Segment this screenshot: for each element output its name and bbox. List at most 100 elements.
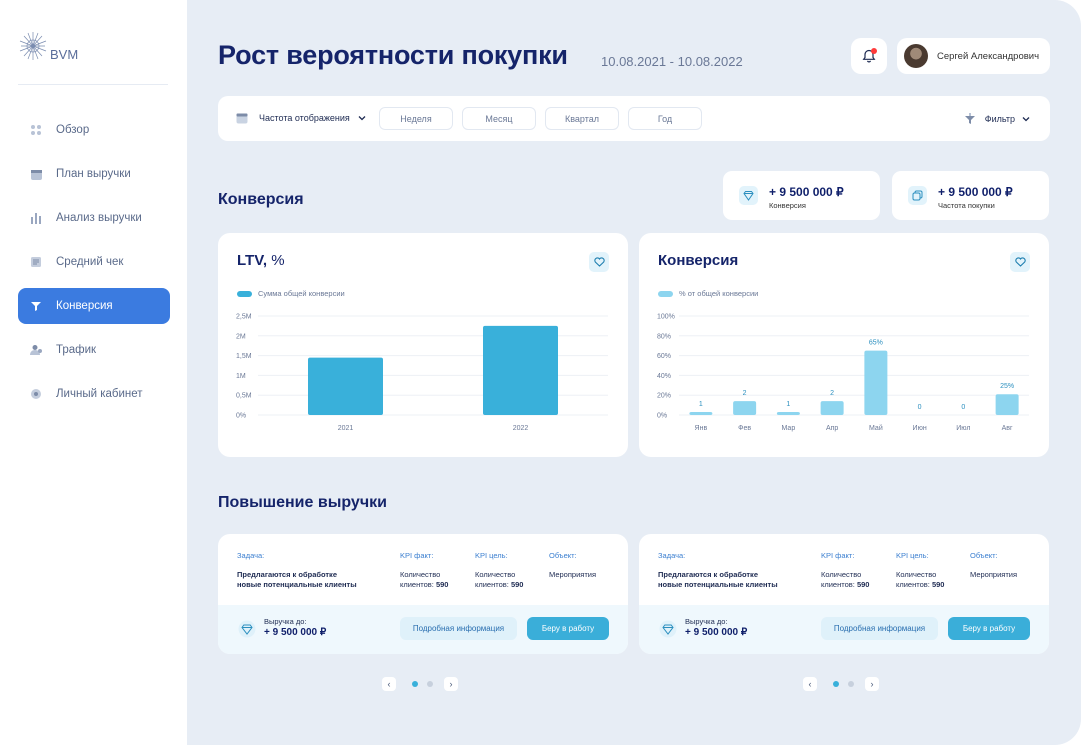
y-tick-label: 100% bbox=[657, 314, 675, 321]
conversion-section-title: Конверсия bbox=[218, 191, 304, 208]
sidebar-item-revenue-plan[interactable]: План выручки bbox=[18, 156, 170, 192]
logo-text: BVM bbox=[50, 47, 79, 62]
stat-card-purchase-frequency: + 9 500 000 ₽ Частота покупки bbox=[892, 171, 1049, 220]
kpi-fact-line: Количество bbox=[821, 570, 862, 579]
sidebar-item-revenue-analysis[interactable]: Анализ выручки bbox=[18, 200, 170, 236]
period-year-button[interactable]: Год bbox=[628, 107, 702, 130]
stat-value: + 9 500 000 ₽ bbox=[769, 185, 844, 199]
revenue-card-footer: Выручка до: + 9 500 000 ₽ Подробная инфо… bbox=[639, 605, 1049, 654]
gear-icon bbox=[29, 387, 43, 401]
sidebar-item-average-check[interactable]: Средний чек bbox=[18, 244, 170, 280]
take-to-work-button[interactable]: Беру в работу bbox=[948, 617, 1030, 640]
kpi-goal-line: Количество bbox=[475, 570, 516, 579]
chart-title-text: LTV, bbox=[237, 252, 268, 269]
x-tick-label: Апр bbox=[826, 425, 838, 432]
kpi-goal-line: клиентов: 590 bbox=[475, 580, 523, 590]
kpi-goal-line: клиентов: 590 bbox=[896, 580, 944, 590]
heart-icon bbox=[1014, 257, 1026, 267]
kpi-goal-label: KPI цель: bbox=[475, 551, 508, 560]
frequency-label: Частота отображения bbox=[259, 113, 350, 123]
sidebar-item-traffic[interactable]: Трафик bbox=[18, 332, 170, 368]
y-tick-label: 60% bbox=[657, 353, 671, 360]
next-page-button[interactable]: › bbox=[865, 677, 879, 691]
sidebar-item-label: Личный кабинет bbox=[56, 388, 143, 400]
x-tick-label: Июн bbox=[913, 425, 927, 432]
sidebar-item-label: Средний чек bbox=[56, 256, 124, 268]
kpi-goal-value: 590 bbox=[931, 580, 945, 589]
filter-dropdown[interactable]: Фильтр bbox=[963, 112, 1032, 126]
diamond-icon bbox=[659, 620, 677, 638]
y-tick-label: 2M bbox=[236, 333, 246, 340]
logo[interactable]: BVM bbox=[18, 30, 78, 62]
take-to-work-button[interactable]: Беру в работу bbox=[527, 617, 609, 640]
page-dot[interactable] bbox=[848, 681, 854, 687]
period-month-button[interactable]: Месяц bbox=[462, 107, 536, 130]
pagination: ‹ › bbox=[382, 677, 466, 691]
kpi-goal-prefix: клиентов: bbox=[475, 580, 509, 589]
bar-Янв bbox=[689, 412, 713, 415]
task-label: Задача: bbox=[237, 551, 265, 560]
chart-title-unit: % bbox=[271, 252, 285, 269]
data-label: 1 bbox=[699, 401, 703, 408]
sidebar-item-overview[interactable]: Обзор bbox=[18, 112, 170, 148]
ltv-bar-chart: 2,5M 2M 1,5M 1M 0,5M 0% 2021 2022 bbox=[236, 314, 608, 432]
kpi-fact-prefix: клиентов: bbox=[400, 580, 434, 589]
sidebar-nav: Обзор План выручки Анализ выручки Средни… bbox=[18, 112, 170, 420]
kpi-fact-line: Количество bbox=[400, 570, 441, 579]
bar-chart-icon bbox=[29, 211, 43, 225]
favorite-button[interactable] bbox=[1010, 252, 1030, 272]
period-quarter-button[interactable]: Квартал bbox=[545, 107, 619, 130]
sidebar-item-account[interactable]: Личный кабинет bbox=[18, 376, 170, 412]
y-tick-label: 1,5M bbox=[236, 353, 252, 360]
diamond-icon bbox=[739, 186, 758, 205]
kpi-goal-text: Количество клиентов: 590 bbox=[896, 570, 944, 590]
task-text: Предлагаются к обработке новые потенциаль… bbox=[658, 570, 778, 590]
kpi-goal-prefix: клиентов: bbox=[896, 580, 930, 589]
frequency-dropdown[interactable]: Частота отображения bbox=[236, 112, 368, 124]
sidebar-item-label: Анализ выручки bbox=[56, 212, 142, 224]
sidebar-divider bbox=[18, 84, 168, 85]
task-line: Предлагаются к обработке bbox=[237, 570, 337, 579]
page-dot-active[interactable] bbox=[833, 681, 839, 687]
sidebar-item-label: План выручки bbox=[56, 168, 131, 180]
y-tick-label: 40% bbox=[657, 373, 671, 380]
bar-2021 bbox=[308, 357, 383, 415]
sidebar-item-conversion[interactable]: Конверсия bbox=[18, 288, 170, 324]
stat-label: Конверсия bbox=[769, 201, 806, 210]
task-line: новые потенциальные клиенты bbox=[658, 580, 778, 589]
revenue-section-title: Повышение выручки bbox=[218, 494, 387, 511]
chart-legend: Сумма общей конверсии bbox=[237, 289, 345, 298]
next-page-button[interactable]: › bbox=[444, 677, 458, 691]
kpi-fact-line: клиентов: 590 bbox=[821, 580, 869, 590]
kpi-goal-text: Количество клиентов: 590 bbox=[475, 570, 523, 590]
kpi-goal-label: KPI цель: bbox=[896, 551, 929, 560]
prev-page-button[interactable]: ‹ bbox=[803, 677, 817, 691]
dots-grid-icon bbox=[29, 123, 43, 137]
user-menu[interactable]: Сергей Александрович bbox=[897, 38, 1050, 74]
calendar-icon bbox=[236, 113, 248, 124]
more-info-button[interactable]: Подробная информация bbox=[400, 617, 517, 640]
bar-Фев bbox=[733, 401, 757, 415]
sidebar-item-label: Трафик bbox=[56, 344, 97, 356]
page-dot[interactable] bbox=[427, 681, 433, 687]
stat-card-conversion: + 9 500 000 ₽ Конверсия bbox=[723, 171, 880, 220]
sidebar: BVM Обзор План выручки Анализ выручки Ср… bbox=[0, 0, 187, 745]
chart-legend: % от общей конверсии bbox=[658, 289, 758, 298]
diamond-icon bbox=[238, 620, 256, 638]
more-info-button[interactable]: Подробная информация bbox=[821, 617, 938, 640]
legend-swatch bbox=[658, 290, 673, 297]
calendar-icon bbox=[29, 167, 43, 181]
period-week-button[interactable]: Неделя bbox=[379, 107, 453, 130]
date-range[interactable]: 10.08.2021 - 10.08.2022 bbox=[601, 54, 743, 69]
user-name: Сергей Александрович bbox=[937, 50, 1040, 62]
users-icon bbox=[29, 343, 43, 357]
kpi-fact-value: 590 bbox=[856, 580, 870, 589]
favorite-button[interactable] bbox=[589, 252, 609, 272]
data-label: 1 bbox=[786, 401, 790, 408]
notifications-button[interactable] bbox=[851, 38, 887, 74]
page-dot-active[interactable] bbox=[412, 681, 418, 687]
task-line: Предлагаются к обработке bbox=[658, 570, 758, 579]
prev-page-button[interactable]: ‹ bbox=[382, 677, 396, 691]
kpi-goal-value: 590 bbox=[510, 580, 524, 589]
object-value: Мероприятия bbox=[549, 570, 597, 579]
